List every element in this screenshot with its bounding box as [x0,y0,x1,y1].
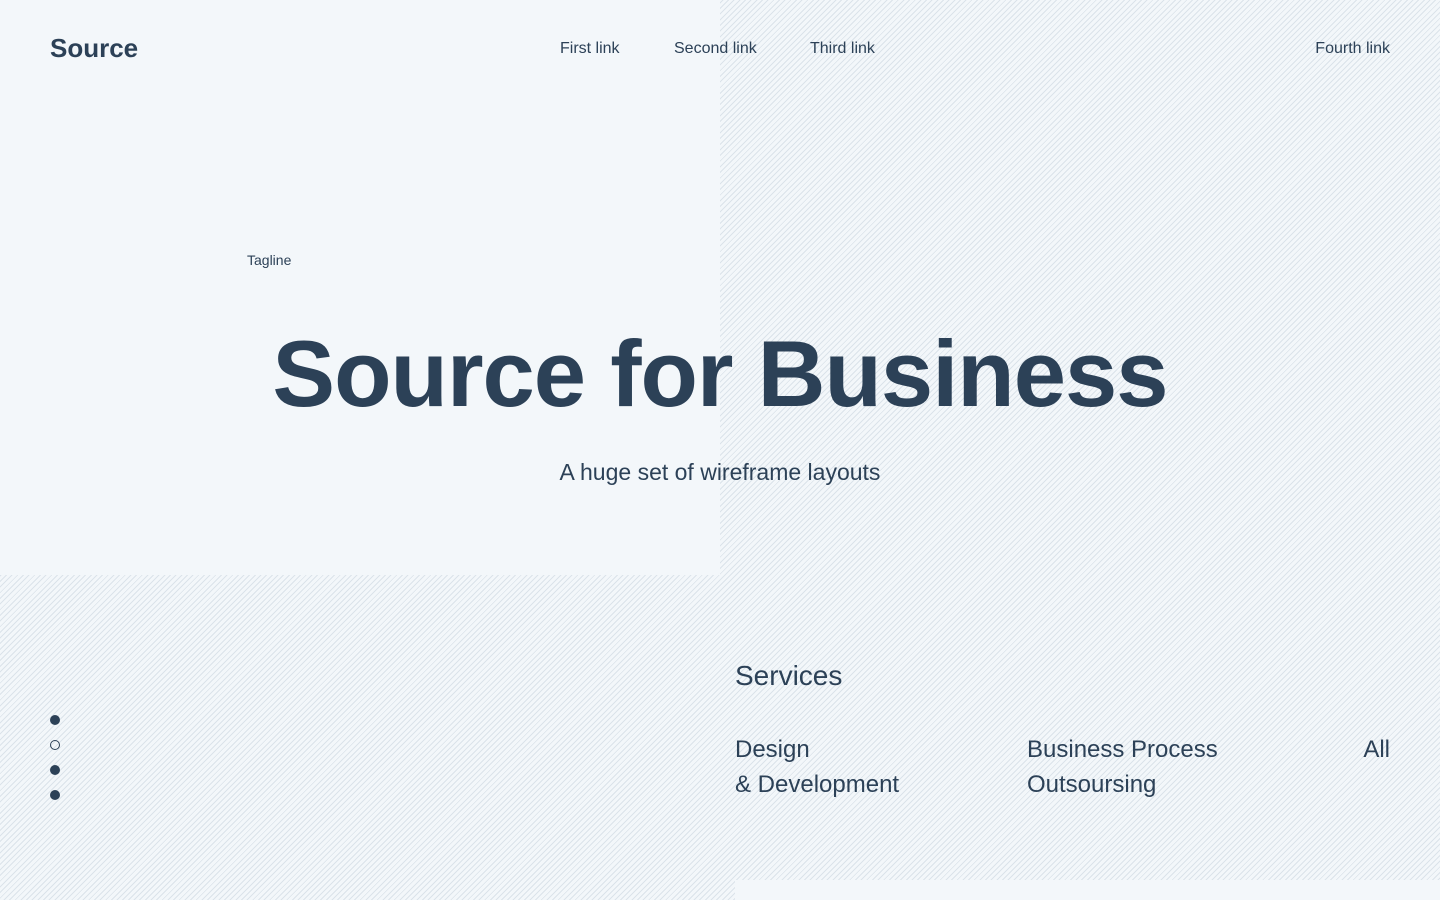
service-label-line2: & Development [735,771,900,798]
service-link-design-development[interactable]: Design & Development [735,732,899,802]
service-link-business-process-outsourcing[interactable]: Business Process Outsoursing [1027,732,1218,802]
service-label-line1: Business Process [1027,736,1218,763]
hero-background-panel [0,0,720,575]
service-label-line1: Design [735,736,810,763]
slider-dot-2-active[interactable] [50,740,60,750]
slider-dot-4[interactable] [50,790,60,800]
nav-link-second[interactable]: Second link [674,40,757,58]
service-label-line2: Outsoursing [1027,771,1157,798]
service-link-all[interactable]: All [1363,732,1390,767]
slider-dot-1[interactable] [50,715,60,725]
bottom-panel [735,880,1440,900]
slider-pagination [50,715,60,815]
hero-title: Source for Business [272,321,1168,426]
nav-link-third[interactable]: Third link [810,40,875,58]
slider-dot-3[interactable] [50,765,60,775]
service-label-line1: All [1363,736,1390,763]
hero-tagline: Tagline [247,252,292,268]
hero-subtitle: A huge set of wireframe layouts [559,459,881,485]
nav-link-fourth[interactable]: Fourth link [1315,40,1390,58]
logo[interactable]: Source [50,33,138,64]
nav-link-first[interactable]: First link [560,40,620,58]
services-heading: Services [735,660,843,691]
